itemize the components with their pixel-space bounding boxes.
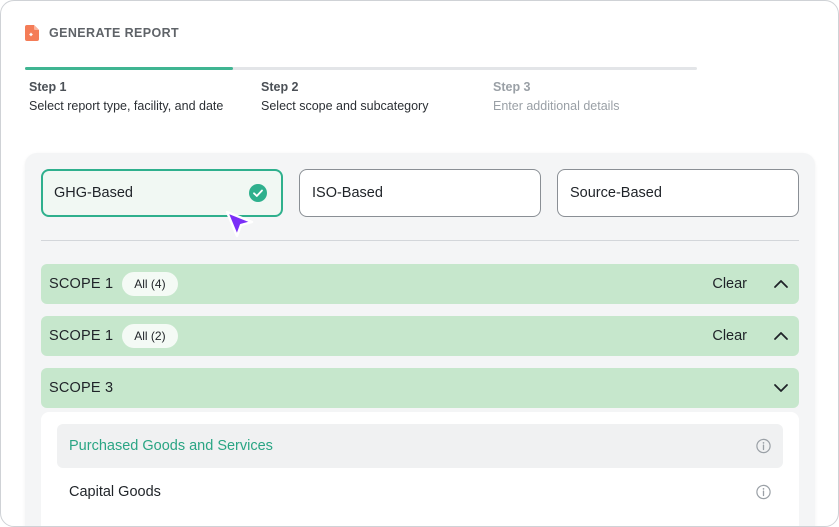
step-description: Enter additional details	[493, 99, 620, 113]
scope-row-scope-1-second[interactable]: SCOPE 1 All (2) Clear	[41, 316, 799, 356]
stepper: Step 1 Select report type, facility, and…	[25, 67, 697, 117]
step-3[interactable]: Step 3 Enter additional details	[493, 80, 619, 113]
step-label: Step 1	[29, 80, 67, 94]
page-title: GENERATE REPORT	[49, 26, 180, 40]
clear-button[interactable]: Clear	[712, 276, 747, 292]
scope-count-badge: All (2)	[122, 324, 178, 348]
subcategory-item-purchased-goods[interactable]: Purchased Goods and Services	[57, 424, 783, 468]
scope-title: SCOPE 3	[49, 380, 114, 396]
chevron-down-icon[interactable]	[773, 380, 789, 396]
report-type-label: Source-Based	[570, 185, 662, 201]
subcategory-label: Capital Goods	[69, 484, 161, 500]
step-description: Select report type, facility, and date	[29, 99, 224, 113]
chevron-up-icon[interactable]	[773, 276, 789, 292]
step-description: Select scope and subcategory	[261, 99, 429, 113]
check-circle-icon	[249, 184, 267, 202]
info-icon[interactable]	[756, 484, 771, 500]
step-2[interactable]: Step 2 Select scope and subcategory	[261, 80, 428, 113]
chevron-up-icon[interactable]	[773, 328, 789, 344]
report-type-label: ISO-Based	[312, 185, 383, 201]
subcategory-item-capital-goods[interactable]: Capital Goods	[57, 470, 783, 514]
document-icon	[25, 25, 39, 41]
pointer-cursor-icon	[225, 210, 254, 238]
page-header: GENERATE REPORT	[25, 25, 179, 41]
scope-count-badge: All (4)	[122, 272, 178, 296]
scope-title: SCOPE 1	[49, 276, 114, 292]
subcategory-label: Purchased Goods and Services	[69, 438, 273, 454]
scope-row-scope-1[interactable]: SCOPE 1 All (4) Clear	[41, 264, 799, 304]
step-label: Step 3	[493, 80, 531, 94]
info-icon[interactable]	[756, 438, 771, 454]
scope-row-scope-3[interactable]: SCOPE 3	[41, 368, 799, 408]
stepper-progress	[25, 67, 234, 70]
scope-title: SCOPE 1	[49, 328, 114, 344]
step-1[interactable]: Step 1 Select report type, facility, and…	[29, 80, 223, 113]
report-type-iso[interactable]: ISO-Based	[299, 169, 541, 217]
report-type-label: GHG-Based	[54, 185, 133, 201]
step-label: Step 2	[261, 80, 299, 94]
clear-button[interactable]: Clear	[712, 328, 747, 344]
subcategory-list: Purchased Goods and Services Capital Goo…	[41, 412, 799, 526]
report-type-source[interactable]: Source-Based	[557, 169, 799, 217]
report-form-panel: GHG-Based ISO-Based Source-Based SCOPE 1…	[25, 153, 815, 526]
divider	[41, 240, 799, 241]
report-window: GENERATE REPORT Step 1 Select report typ…	[0, 0, 839, 527]
